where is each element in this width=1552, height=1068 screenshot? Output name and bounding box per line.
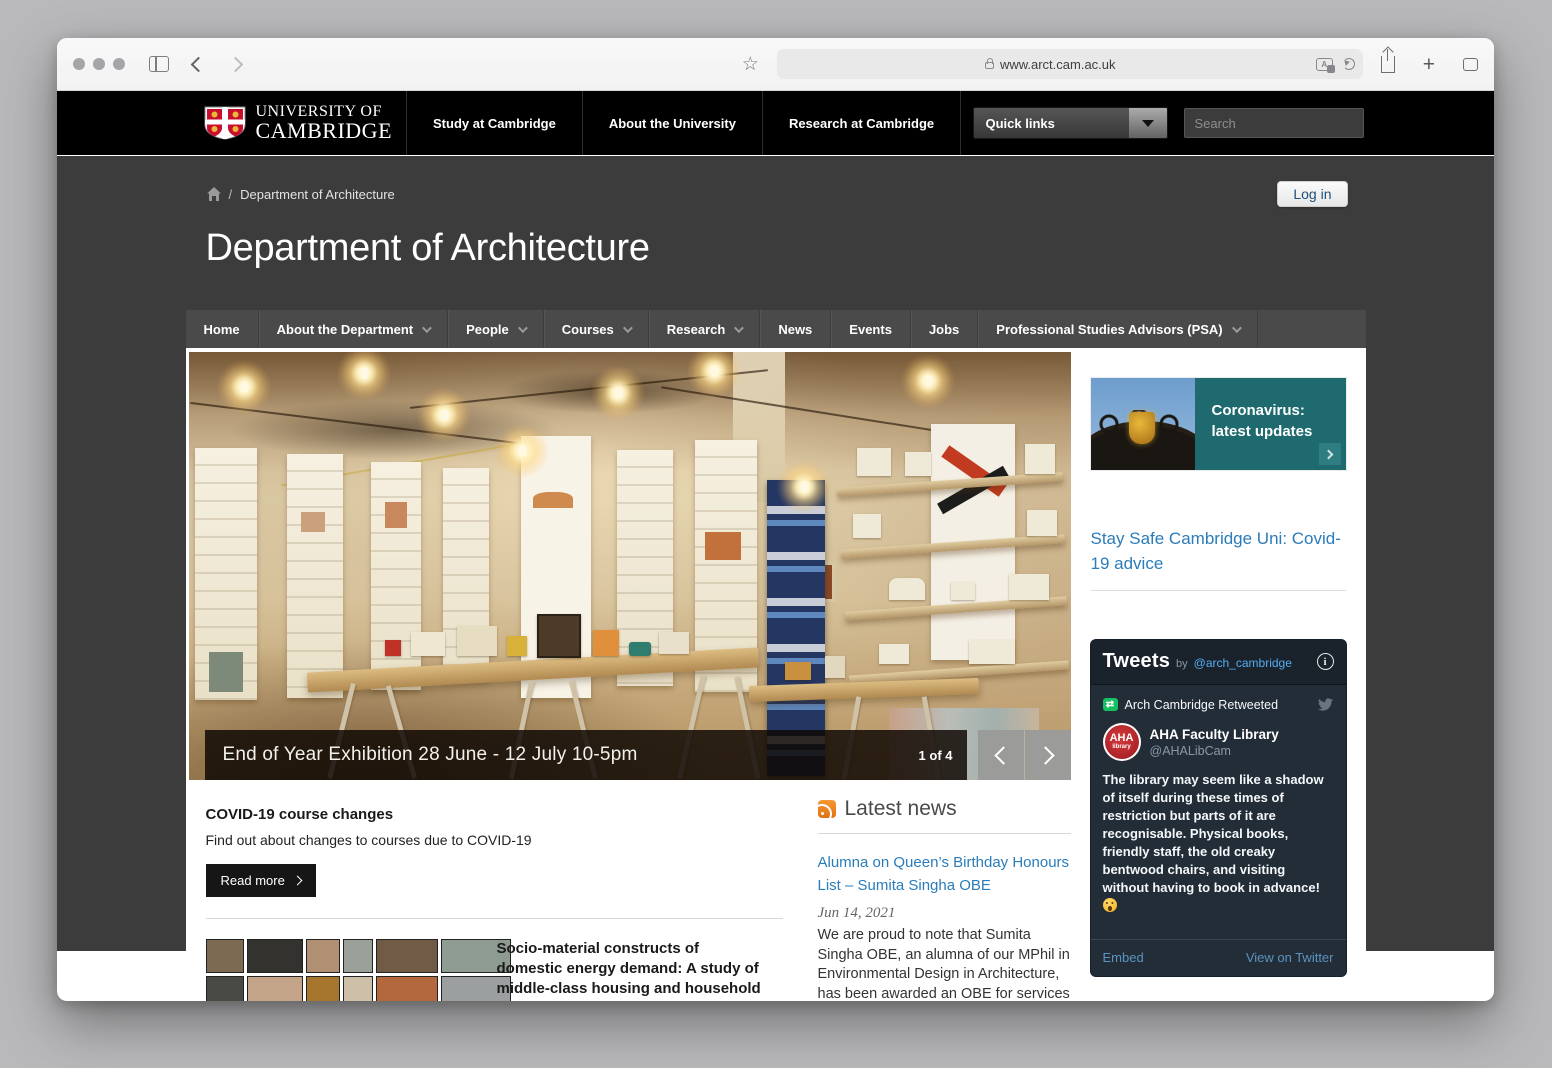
nav-news[interactable]: News	[760, 310, 831, 348]
right-sidebar: Coronavirus: latest updates Stay Safe Ca…	[1091, 352, 1346, 976]
read-more-button[interactable]: Read more	[206, 864, 316, 897]
nav-home[interactable]: Home	[186, 310, 259, 348]
chevron-down-icon	[623, 323, 633, 333]
browser-window: ☆ www.arct.cam.ac.uk A +	[57, 38, 1494, 1001]
banner-line2: latest updates	[1212, 421, 1346, 442]
quick-links-label: Quick links	[974, 108, 1129, 138]
tweet-text: The library may seem like a shadow of it…	[1103, 771, 1334, 915]
forward-icon[interactable]	[228, 56, 244, 72]
uni-nav-about[interactable]: About the University	[582, 91, 762, 155]
cambridge-crest-icon	[204, 106, 246, 140]
new-tab-icon[interactable]: +	[1423, 54, 1435, 75]
search-input[interactable]	[1185, 109, 1364, 137]
retweet-icon	[1103, 698, 1118, 711]
page-title: Department of Architecture	[206, 225, 1366, 271]
lock-icon	[985, 62, 994, 69]
university-wordmark: UNIVERSITY OF CAMBRIDGE	[256, 104, 393, 143]
news-excerpt: We are proud to note that Sumita Singha …	[818, 926, 1071, 1001]
header-search	[1184, 108, 1364, 138]
carousel-prev-button[interactable]	[978, 730, 1024, 780]
university-nav: Study at Cambridge About the University …	[406, 91, 961, 155]
twitter-bird-icon	[1317, 697, 1334, 712]
sidebar-toggle-icon[interactable]	[149, 56, 169, 72]
browser-toolbar: ☆ www.arct.cam.ac.uk A +	[57, 38, 1494, 91]
translate-icon[interactable]: A	[1316, 58, 1333, 71]
tweet-author-handle[interactable]: @AHALibCam	[1150, 743, 1279, 759]
nav-events[interactable]: Events	[831, 310, 911, 348]
news-date: Jun 14, 2021	[818, 905, 1071, 922]
chevron-right-icon	[292, 876, 302, 886]
share-icon[interactable]	[1381, 56, 1395, 73]
article-title[interactable]: Socio-material constructs of domestic en…	[497, 939, 765, 1001]
tweets-title: Tweets	[1103, 650, 1171, 673]
stay-safe-link[interactable]: Stay Safe Cambridge Uni: Covid-19 advice	[1091, 526, 1346, 576]
hushed-face-emoji	[1103, 898, 1117, 912]
nav-people[interactable]: People	[448, 310, 544, 348]
view-on-twitter-link[interactable]: View on Twitter	[1246, 950, 1334, 965]
breadcrumb: / Department of Architecture Log in	[186, 179, 1366, 209]
nav-psa[interactable]: Professional Studies Advisors (PSA)	[978, 310, 1257, 348]
chevron-down-icon	[1232, 323, 1242, 333]
nav-jobs[interactable]: Jobs	[911, 310, 978, 348]
banner-line1: Coronavirus:	[1212, 400, 1346, 421]
nav-research[interactable]: Research	[649, 310, 761, 348]
home-icon[interactable]	[206, 186, 222, 202]
banner-gate-image	[1091, 378, 1195, 470]
chevron-down-icon	[1129, 108, 1167, 138]
tweets-by-label: by	[1176, 658, 1188, 670]
article-teaser[interactable]: Socio-material constructs of domestic en…	[206, 939, 783, 1001]
embed-link[interactable]: Embed	[1103, 950, 1144, 965]
chevron-down-icon	[518, 323, 528, 333]
uni-nav-study[interactable]: Study at Cambridge	[406, 91, 582, 155]
carousel-next-button[interactable]	[1025, 730, 1071, 780]
rss-icon	[818, 800, 836, 818]
zoom-window-button[interactable]	[113, 58, 125, 70]
twitter-widget: Tweets by @arch_cambridge i Arch Cambrid…	[1091, 640, 1346, 976]
chevron-down-icon	[734, 323, 744, 333]
promo-body: Find out about changes to courses due to…	[206, 832, 783, 848]
tab-overview-icon[interactable]	[1463, 58, 1478, 71]
tweets-handle-link[interactable]: @arch_cambridge	[1194, 656, 1292, 670]
favorites-star-icon[interactable]: ☆	[742, 55, 759, 74]
carousel-caption: End of Year Exhibition 28 June - 12 July…	[223, 744, 638, 766]
read-more-label: Read more	[221, 873, 285, 888]
breadcrumb-current[interactable]: Department of Architecture	[240, 187, 395, 202]
divider	[206, 918, 783, 919]
carousel-counter: 1 of 4	[919, 748, 953, 763]
divider	[818, 833, 1071, 834]
traffic-lights	[73, 58, 125, 70]
university-header: UNIVERSITY OF CAMBRIDGE Study at Cambrid…	[57, 91, 1494, 155]
breadcrumb-separator: /	[229, 187, 233, 202]
quick-links-dropdown[interactable]: Quick links	[973, 107, 1168, 139]
chevron-right-icon	[1036, 746, 1054, 764]
retweet-label: Arch Cambridge Retweeted	[1125, 698, 1279, 712]
login-button[interactable]: Log in	[1277, 181, 1347, 207]
carousel-caption-bar: End of Year Exhibition 28 June - 12 July…	[205, 730, 967, 780]
promo-heading: COVID-19 course changes	[206, 806, 783, 823]
chevron-left-icon	[994, 746, 1012, 764]
university-logo[interactable]: UNIVERSITY OF CAMBRIDGE	[186, 91, 407, 155]
address-bar[interactable]: www.arct.cam.ac.uk A	[777, 49, 1363, 79]
hero-carousel: End of Year Exhibition 28 June - 12 July…	[189, 352, 1071, 780]
uni-nav-research[interactable]: Research at Cambridge	[762, 91, 961, 155]
nav-courses[interactable]: Courses	[544, 310, 649, 348]
department-nav: Home About the Department People Courses…	[186, 310, 1366, 348]
url-text: www.arct.cam.ac.uk	[1000, 57, 1116, 72]
minimize-window-button[interactable]	[93, 58, 105, 70]
article-thumbnail	[206, 939, 461, 1001]
reload-icon[interactable]	[1343, 58, 1355, 70]
hero-image	[189, 352, 1071, 780]
close-window-button[interactable]	[73, 58, 85, 70]
avatar[interactable]: AHA library	[1103, 723, 1141, 761]
divider	[1091, 590, 1346, 591]
chevron-right-icon	[1319, 443, 1341, 465]
latest-news-heading: Latest news	[845, 797, 957, 821]
tweet-author-name[interactable]: AHA Faculty Library	[1150, 726, 1279, 743]
coronavirus-banner[interactable]: Coronavirus: latest updates	[1091, 378, 1346, 470]
news-article-link[interactable]: Alumna on Queen’s Birthday Honours List …	[818, 851, 1071, 897]
back-icon[interactable]	[191, 56, 207, 72]
chevron-down-icon	[422, 323, 432, 333]
info-icon[interactable]: i	[1317, 653, 1334, 670]
nav-about-department[interactable]: About the Department	[259, 310, 449, 348]
